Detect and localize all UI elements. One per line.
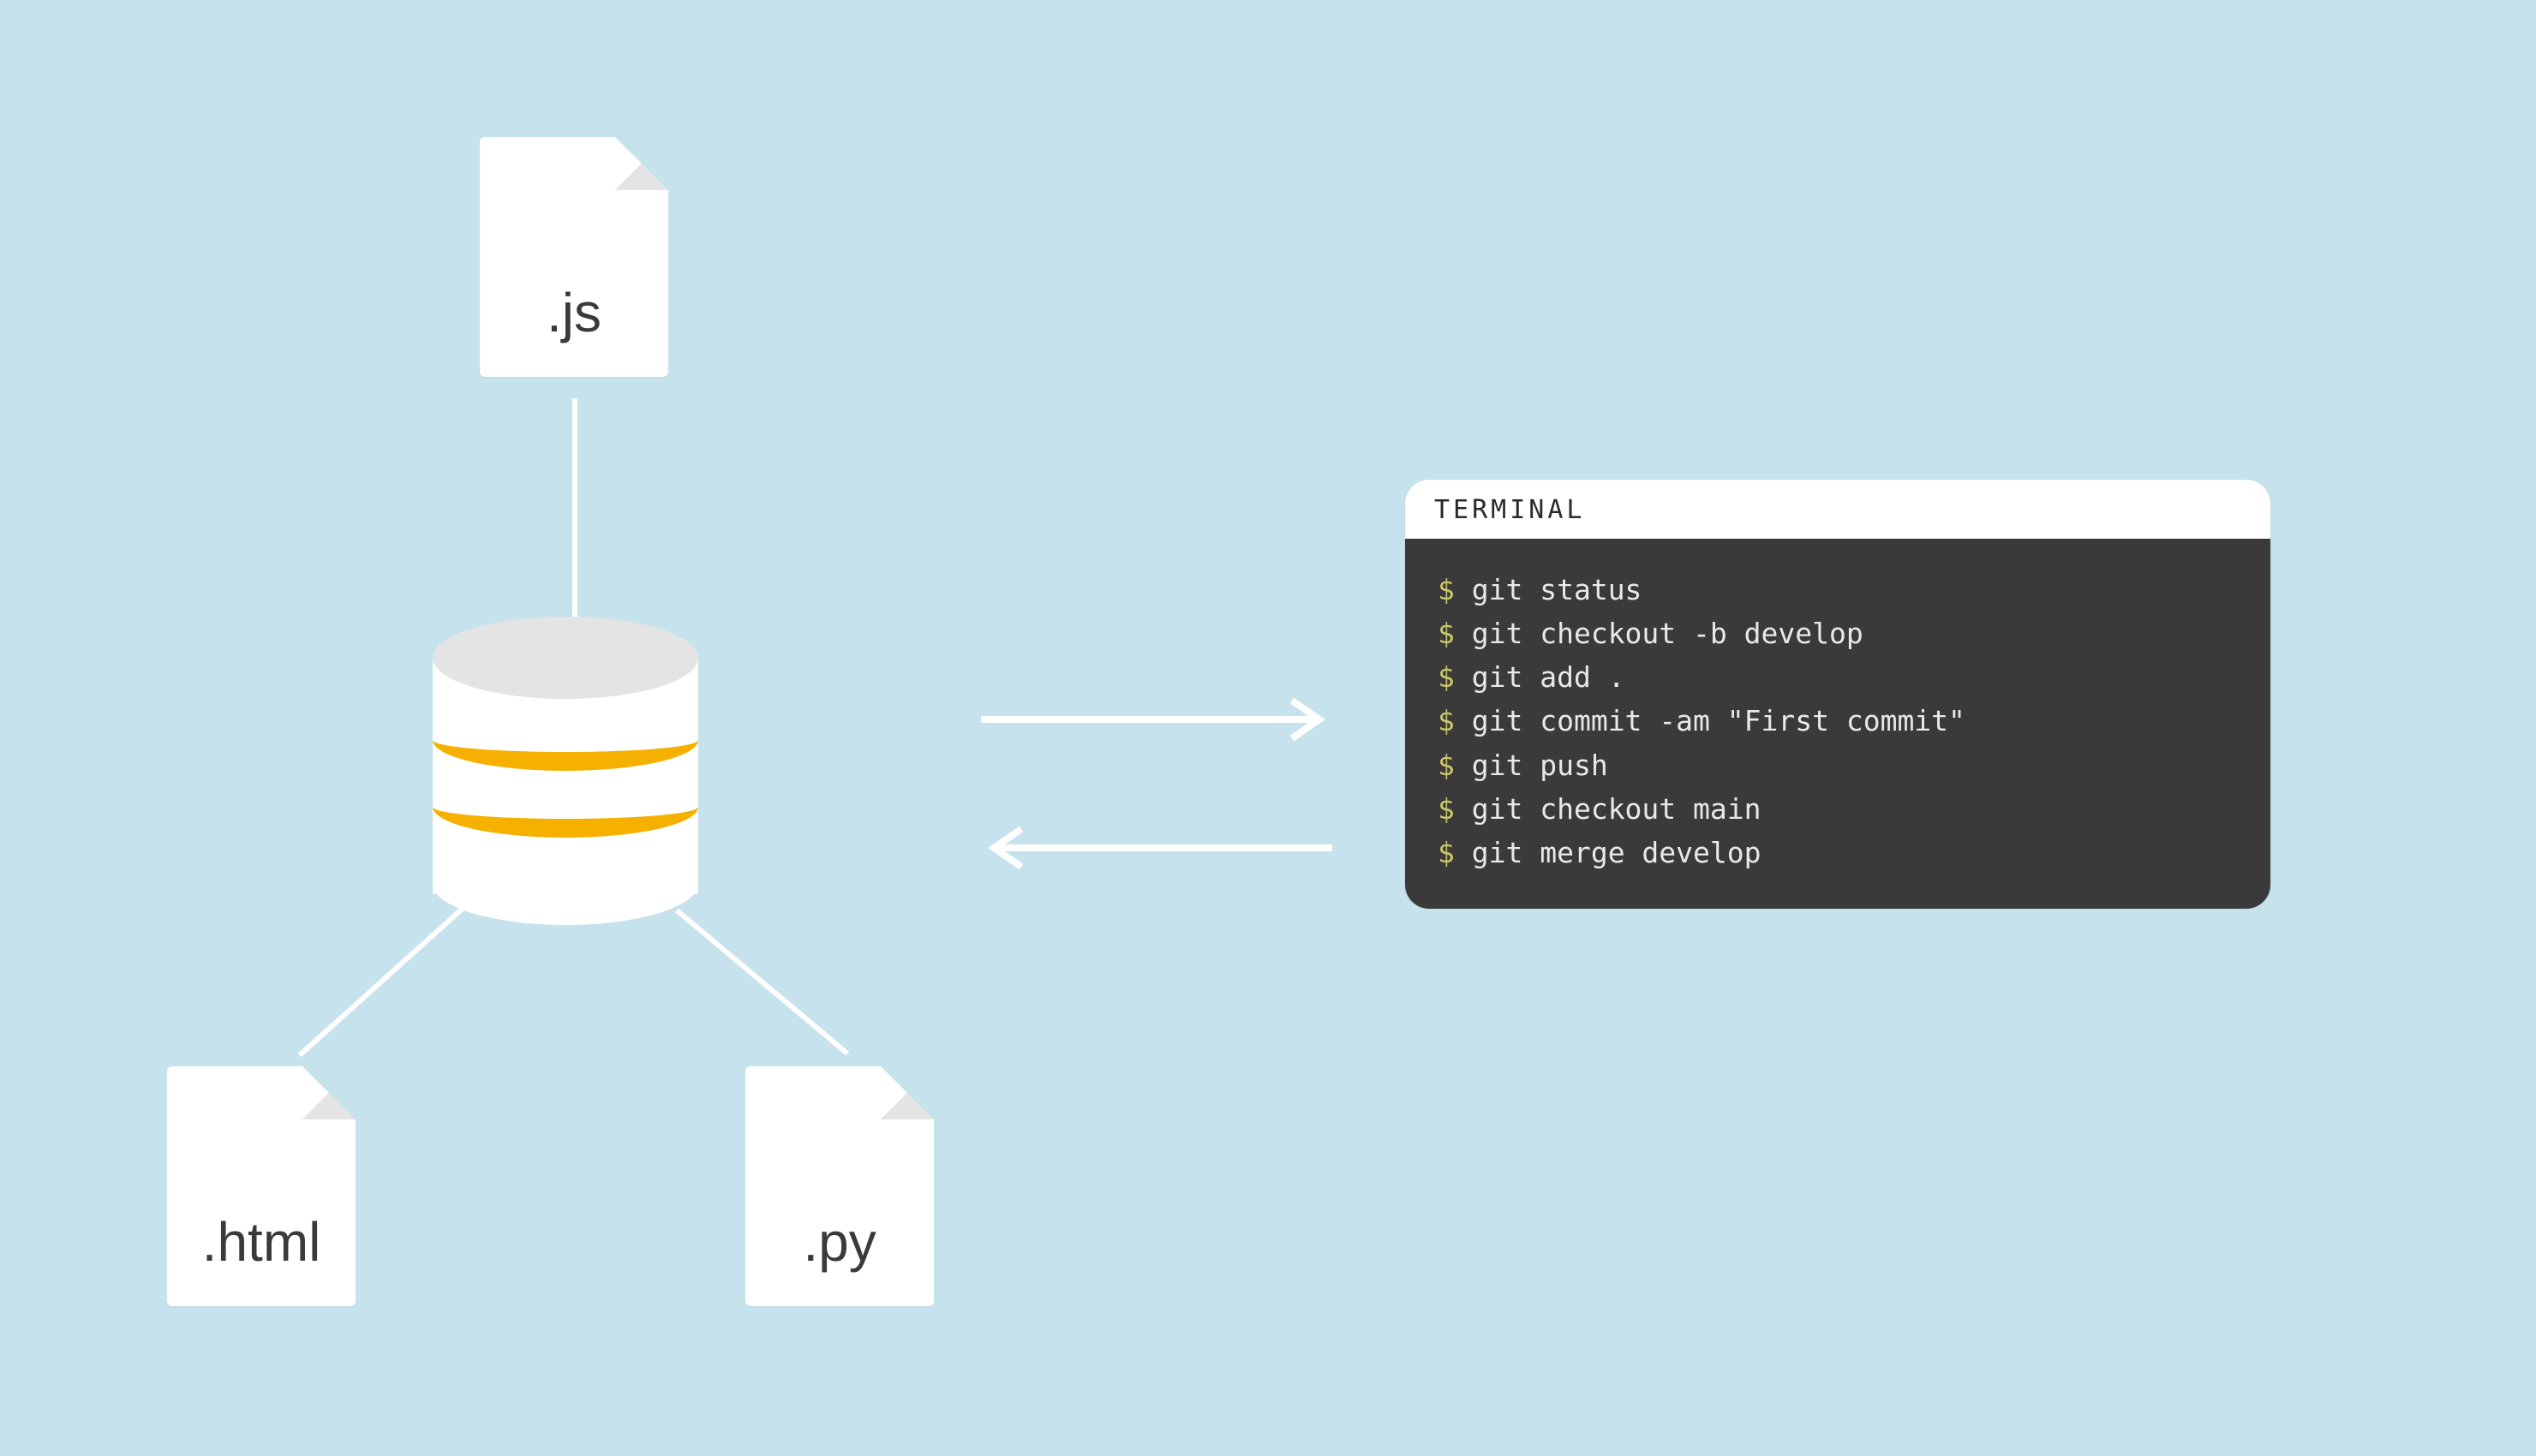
- terminal-prompt: $: [1438, 617, 1472, 650]
- terminal-command: git checkout -b develop: [1472, 617, 1863, 650]
- terminal-line: $ git merge develop: [1438, 831, 2238, 874]
- terminal-window: TERMINAL $ git status$ git checkout -b d…: [1405, 480, 2270, 909]
- file-html: .html: [167, 1066, 356, 1306]
- terminal-title: TERMINAL: [1405, 480, 2270, 539]
- terminal-prompt: $: [1438, 660, 1472, 694]
- terminal-prompt: $: [1438, 704, 1472, 737]
- connector-db-to-html: [298, 904, 467, 1057]
- terminal-command: git merge develop: [1472, 836, 1761, 869]
- terminal-prompt: $: [1438, 836, 1472, 869]
- file-py: .py: [745, 1066, 934, 1306]
- terminal-line: $ git status: [1438, 568, 2238, 612]
- file-extension-label: .js: [480, 281, 668, 344]
- arrow-left-icon: [977, 822, 1337, 874]
- arrow-right-icon: [977, 694, 1337, 745]
- terminal-command: git status: [1472, 573, 1642, 606]
- terminal-command: git push: [1472, 749, 1608, 782]
- connector-js-to-db: [572, 398, 577, 630]
- terminal-line: $ git add .: [1438, 655, 2238, 699]
- terminal-prompt: $: [1438, 573, 1472, 606]
- diagram-canvas: .js .html .py TERMINAL $ git status$ git…: [0, 0, 2536, 1456]
- database-icon: [433, 617, 698, 925]
- page-fold-icon: [302, 1066, 356, 1119]
- terminal-line: $ git push: [1438, 743, 2238, 787]
- terminal-line: $ git checkout -b develop: [1438, 612, 2238, 655]
- page-fold-icon: [881, 1066, 934, 1119]
- file-extension-label: .html: [167, 1210, 356, 1274]
- file-extension-label: .py: [745, 1210, 934, 1274]
- terminal-line: $ git checkout main: [1438, 787, 2238, 831]
- terminal-command: git commit -am "First commit": [1472, 704, 1965, 737]
- page-fold-icon: [615, 137, 668, 190]
- terminal-prompt: $: [1438, 749, 1472, 782]
- terminal-line: $ git commit -am "First commit": [1438, 699, 2238, 743]
- terminal-prompt: $: [1438, 792, 1472, 826]
- terminal-command: git checkout main: [1472, 792, 1761, 826]
- connector-db-to-py: [675, 909, 849, 1056]
- terminal-command: git add .: [1472, 660, 1625, 694]
- file-js: .js: [480, 137, 668, 377]
- terminal-body: $ git status$ git checkout -b develop$ g…: [1405, 539, 2270, 909]
